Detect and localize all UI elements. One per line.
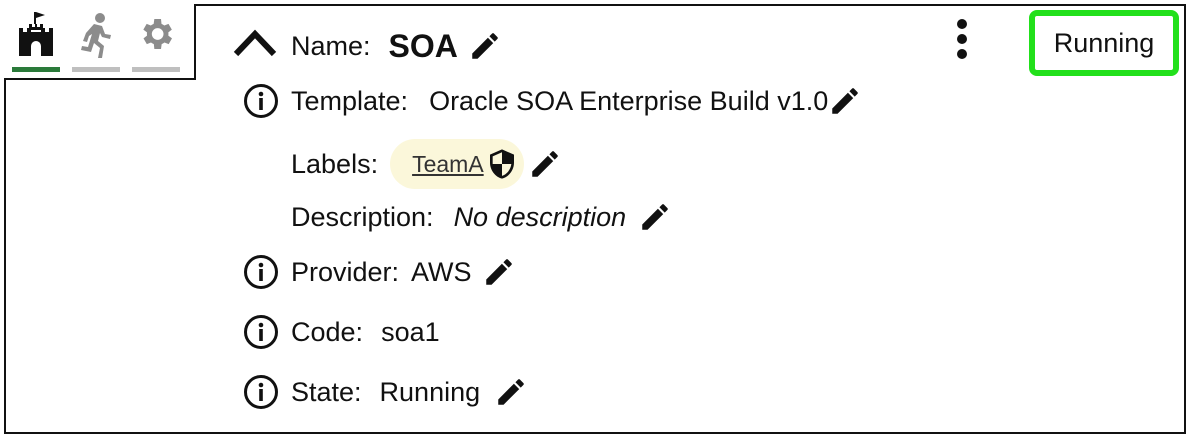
tab-underline bbox=[72, 67, 120, 72]
state-label: State: bbox=[291, 376, 362, 407]
code-value: soa1 bbox=[381, 316, 440, 347]
castle-icon bbox=[19, 12, 53, 56]
name-label: Name: bbox=[291, 30, 371, 61]
edit-template-pencil-icon[interactable] bbox=[828, 84, 862, 118]
labels-row: Labels: TeamA bbox=[291, 138, 562, 190]
provider-value: AWS bbox=[411, 256, 472, 287]
running-person-icon bbox=[81, 13, 111, 58]
template-value: Oracle SOA Enterprise Build v1.0 bbox=[429, 85, 829, 116]
edit-state-pencil-icon[interactable] bbox=[494, 375, 528, 409]
edit-provider-pencil-icon[interactable] bbox=[482, 255, 516, 289]
label-chip-link[interactable]: TeamA bbox=[412, 151, 484, 178]
edit-description-pencil-icon[interactable] bbox=[638, 200, 672, 234]
description-value: No description bbox=[453, 201, 627, 232]
provider-row: Provider: AWS bbox=[291, 251, 516, 293]
tab-running[interactable] bbox=[72, 10, 120, 72]
more-options-icon[interactable] bbox=[948, 18, 976, 64]
name-row: Name: SOA bbox=[291, 24, 502, 68]
description-label: Description: bbox=[291, 201, 434, 232]
template-label: Template: bbox=[291, 85, 409, 116]
tab-settings[interactable] bbox=[132, 10, 180, 72]
info-icon[interactable] bbox=[243, 254, 279, 290]
view-tabs bbox=[4, 4, 196, 80]
label-chip: TeamA bbox=[390, 139, 524, 189]
tab-underline-active bbox=[12, 67, 60, 72]
state-row: State: Running bbox=[291, 371, 528, 413]
status-badge: Running bbox=[1029, 10, 1179, 76]
state-value: Running bbox=[379, 376, 481, 407]
chevron-up-icon[interactable] bbox=[232, 26, 278, 58]
shield-icon bbox=[489, 149, 514, 179]
edit-name-pencil-icon[interactable] bbox=[468, 29, 502, 63]
info-icon[interactable] bbox=[243, 314, 279, 350]
name-value: SOA bbox=[388, 27, 458, 64]
code-row: Code: soa1 bbox=[291, 311, 440, 353]
tab-castle[interactable] bbox=[12, 10, 60, 72]
template-row: Template: Oracle SOA Enterprise Build v1… bbox=[291, 80, 862, 122]
description-row: Description: No description bbox=[291, 196, 672, 238]
edit-labels-pencil-icon[interactable] bbox=[528, 147, 562, 181]
provider-label: Provider: bbox=[291, 256, 400, 287]
tab-underline bbox=[132, 67, 180, 72]
gear-icon bbox=[143, 19, 172, 49]
info-icon[interactable] bbox=[243, 83, 279, 119]
code-label: Code: bbox=[291, 316, 364, 347]
labels-label: Labels: bbox=[291, 148, 379, 179]
info-icon[interactable] bbox=[243, 374, 279, 410]
